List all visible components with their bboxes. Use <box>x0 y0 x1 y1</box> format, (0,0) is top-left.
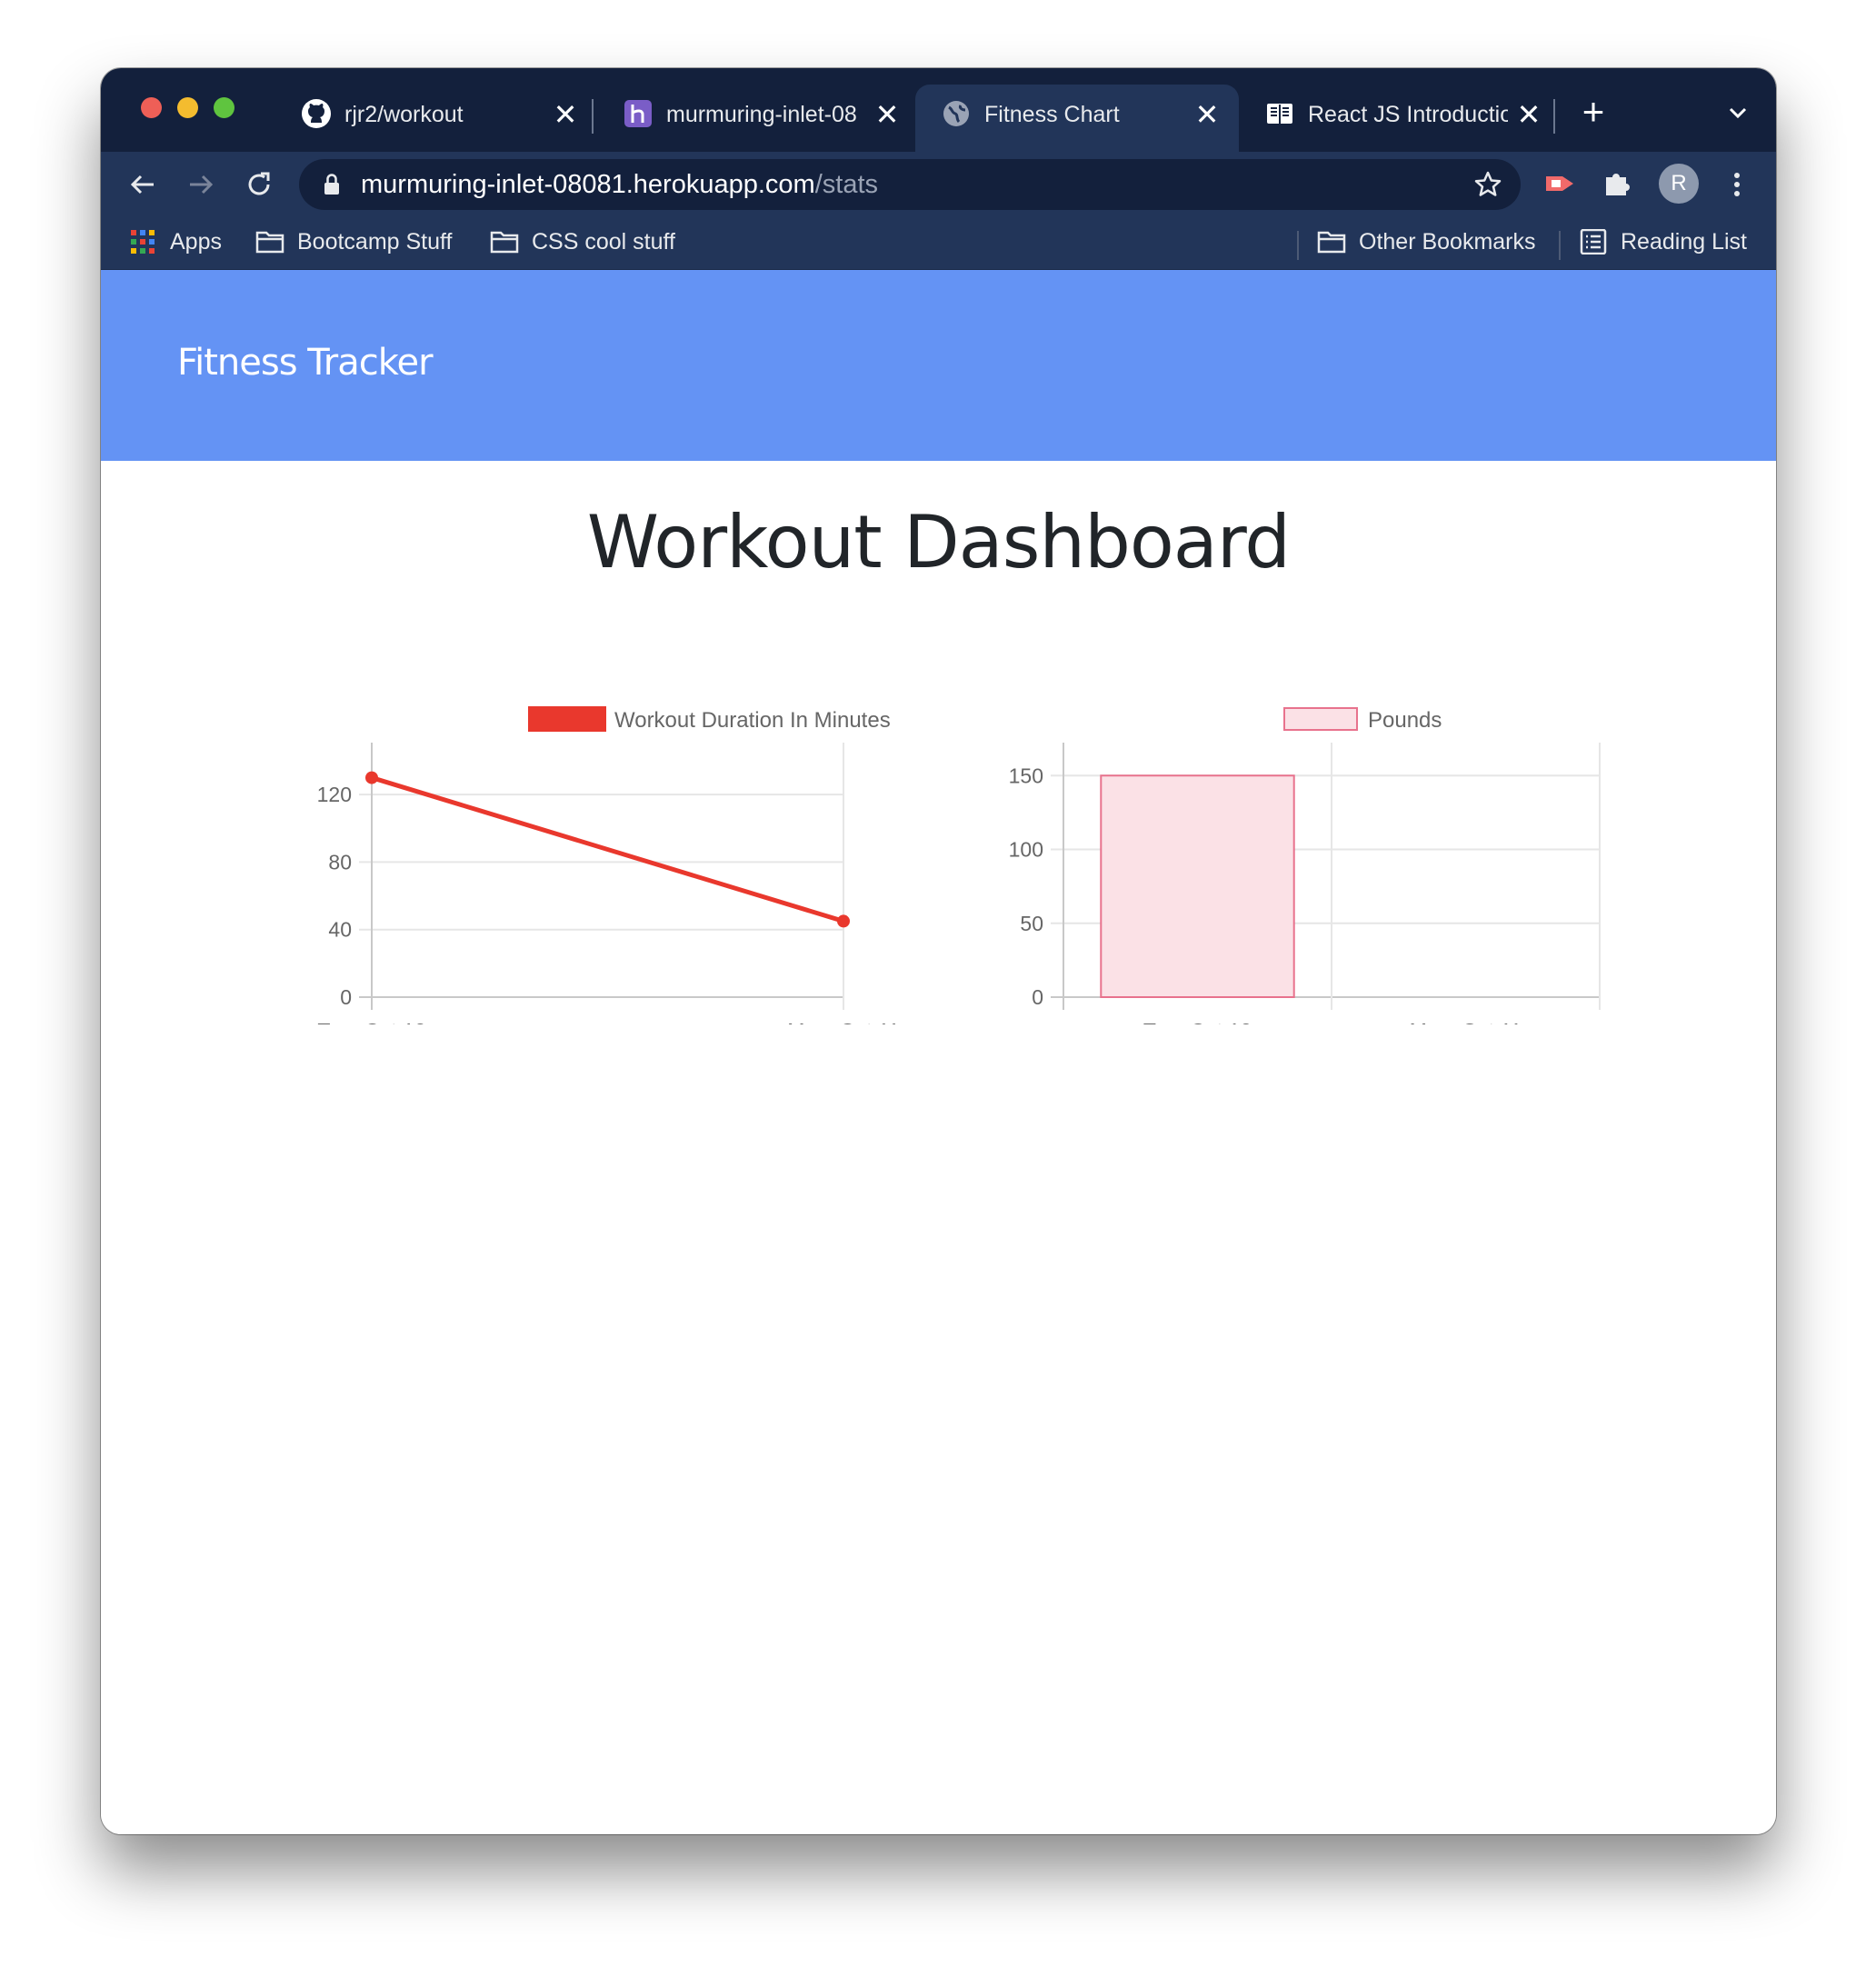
x-tick-label: Mon, Oct 11 <box>787 1019 900 1024</box>
heroku-icon <box>624 100 652 127</box>
video-extension-icon[interactable] <box>1541 165 1579 203</box>
web-page: Fitness Tracker Workout Dashboard Workou… <box>101 270 1776 1834</box>
pounds-bar-chart: Pounds 0 50 100 150 Tue, Oct 12 Mon, Oct 11 <box>1009 707 1601 1024</box>
close-window-button[interactable] <box>141 97 162 118</box>
folder-icon <box>1317 231 1346 254</box>
tab-title: rjr2/workout <box>344 102 464 127</box>
tab-separator <box>1553 99 1555 134</box>
bookmarks-bar: Apps Bootcamp Stuff CSS cool stuff Other… <box>101 215 1776 271</box>
series-line <box>371 775 844 924</box>
apps-grid-icon <box>131 230 155 254</box>
close-tab-button[interactable]: ✕ <box>1192 99 1222 130</box>
legend-label: Pounds <box>1368 708 1442 733</box>
duration-line-chart: Workout Duration In Minutes 0 40 80 120 Tue, … <box>317 706 900 1024</box>
tab-title: React JS Introductio <box>1308 102 1508 127</box>
book-icon <box>1267 104 1292 124</box>
bookmark-separator <box>1559 231 1561 260</box>
reading-list-icon <box>1580 229 1607 255</box>
bar <box>1100 774 1295 998</box>
tab-react-intro[interactable]: React JS Introductio ✕ <box>1239 85 1561 152</box>
bookmark-label: Bootcamp Stuff <box>297 229 453 255</box>
tab-heroku[interactable]: murmuring-inlet-08 ✕ <box>597 85 919 152</box>
bookmark-label: CSS cool stuff <box>532 229 675 255</box>
browser-toolbar: murmuring-inlet-08081.herokuapp.com/stat… <box>101 152 1776 215</box>
y-tick-label: 40 <box>328 918 352 942</box>
brand-link[interactable]: Fitness Tracker <box>177 341 434 384</box>
tab-separator <box>592 99 594 134</box>
bookmark-separator <box>1297 231 1299 260</box>
x-tick-label: Mon, Oct 11 <box>1410 1019 1522 1024</box>
close-tab-button[interactable]: ✕ <box>550 99 581 130</box>
legend-swatch <box>1283 707 1358 731</box>
back-icon[interactable] <box>125 166 161 203</box>
legend-label: Workout Duration In Minutes <box>614 708 891 733</box>
minimize-window-button[interactable] <box>177 97 198 118</box>
bookmark-label: Reading List <box>1621 229 1747 255</box>
lock-icon[interactable] <box>321 172 343 197</box>
folder-icon <box>490 231 519 254</box>
y-tick-label: 0 <box>340 985 352 1009</box>
app-navbar: Fitness Tracker <box>101 270 1776 461</box>
tab-title: murmuring-inlet-08 <box>666 102 857 127</box>
extensions-puzzle-icon[interactable] <box>1599 165 1637 203</box>
y-tick-label: 0 <box>1032 985 1043 1009</box>
profile-avatar[interactable]: R <box>1659 164 1699 204</box>
new-tab-button[interactable]: + <box>1577 93 1610 131</box>
address-bar[interactable]: murmuring-inlet-08081.herokuapp.com/stat… <box>299 159 1521 210</box>
tab-fitness-chart[interactable]: Fitness Chart ✕ <box>915 85 1239 152</box>
x-tick-label: Tue, Oct 12 <box>317 1019 425 1024</box>
data-point <box>837 914 850 928</box>
y-tick-label: 80 <box>328 850 352 874</box>
browser-window: rjr2/workout ✕ murmuring-inlet-08 ✕ Fitn… <box>101 68 1776 1834</box>
forward-icon[interactable] <box>183 166 219 203</box>
url-host: murmuring-inlet-08081.herokuapp.com <box>361 170 815 199</box>
y-tick-label: 150 <box>1009 764 1043 787</box>
chevron-down-icon[interactable] <box>1724 99 1751 126</box>
more-menu-icon[interactable] <box>1728 166 1746 203</box>
reload-icon[interactable] <box>241 166 277 203</box>
close-tab-button[interactable]: ✕ <box>1513 99 1544 130</box>
close-tab-button[interactable]: ✕ <box>872 99 903 130</box>
y-tick-label: 120 <box>317 783 352 806</box>
legend-swatch <box>528 706 606 732</box>
github-icon <box>302 99 331 128</box>
bookmark-star-icon[interactable] <box>1473 170 1502 199</box>
y-tick-label: 100 <box>1009 838 1043 862</box>
x-tick-label: Tue, Oct 12 <box>1143 1019 1252 1024</box>
zoom-window-button[interactable] <box>214 97 234 118</box>
folder-icon <box>255 231 284 254</box>
page-title: Workout Dashboard <box>586 500 1291 584</box>
url-text: murmuring-inlet-08081.herokuapp.com/stat… <box>361 170 878 199</box>
bookmark-label: Other Bookmarks <box>1359 229 1536 255</box>
tab-title: Fitness Chart <box>984 102 1120 127</box>
bookmark-label: Apps <box>170 229 222 255</box>
url-path: /stats <box>814 170 879 199</box>
data-point <box>365 771 378 784</box>
globe-icon <box>943 101 969 126</box>
tab-strip: rjr2/workout ✕ murmuring-inlet-08 ✕ Fitn… <box>101 68 1776 152</box>
tab-github[interactable]: rjr2/workout ✕ <box>275 85 597 152</box>
y-tick-label: 50 <box>1020 912 1043 935</box>
